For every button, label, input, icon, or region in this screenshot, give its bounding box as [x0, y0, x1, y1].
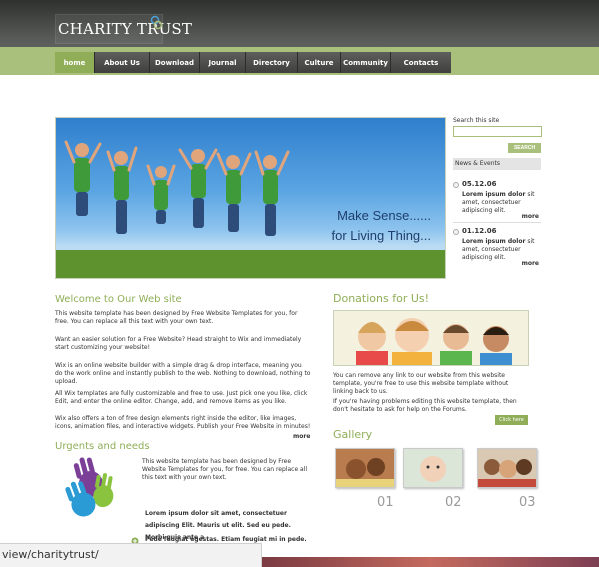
gallery-number: 02 [445, 495, 462, 510]
welcome-paragraph: This website template has been designed … [55, 310, 298, 325]
nav-community[interactable]: Community [341, 52, 391, 73]
news-text: Lorem ipsum dolor sit amet, consectetuer… [462, 191, 542, 215]
news-item: 01.12.06 Lorem ipsum dolor sit amet, con… [453, 227, 541, 273]
gallery-thumb-image [478, 449, 536, 487]
donations-paragraph: If you're having problems editing this w… [333, 398, 517, 413]
gallery-number: 01 [377, 495, 394, 510]
welcome-more-link[interactable]: more [293, 433, 310, 440]
search-button[interactable]: SEARCH [508, 143, 541, 153]
gallery-thumb[interactable] [477, 448, 537, 488]
gallery-thumb-image [336, 449, 394, 487]
painted-hands-image [65, 457, 114, 517]
hero-slogan-line1: Make Sense...... [337, 208, 431, 223]
news-date: 01.12.06 [462, 227, 497, 235]
click-here-button[interactable]: Click here [495, 415, 528, 425]
hero-banner: Make Sense...... for Living Thing... [55, 117, 446, 279]
bullet-icon [453, 229, 459, 235]
site-logo[interactable]: CHARITY TRUST [55, 14, 192, 44]
nav-journal[interactable]: Journal [200, 52, 246, 73]
donations-title: Donations for Us! [333, 292, 430, 305]
gallery-number: 03 [519, 495, 536, 510]
news-item: 05.12.06 Lorem ipsum dolor sit amet, con… [453, 180, 541, 226]
welcome-paragraph: Want an easier solution for a Free Websi… [55, 336, 302, 351]
search-label: Search this site [453, 117, 500, 124]
welcome-title: Welcome to Our Web site [55, 294, 182, 305]
news-date: 05.12.06 [462, 180, 497, 188]
welcome-paragraph: Wix is an online website builder with a … [55, 362, 311, 385]
news-text: Lorem ipsum dolor sit amet, consectetuer… [462, 238, 542, 262]
donations-paragraph: You can remove any link to our website f… [333, 372, 509, 395]
nav-about-us[interactable]: About Us [95, 52, 150, 73]
donations-children-image [333, 310, 529, 366]
urgents-title: Urgents and needs [55, 441, 150, 452]
logo-rings-icon [150, 15, 163, 30]
bullet-icon [453, 182, 459, 188]
hero-slogan-line2: for Living Thing... [331, 228, 431, 243]
hero-slogan: Make Sense...... for Living Thing... [332, 206, 431, 246]
nav-home[interactable]: home [55, 52, 95, 73]
main-nav: home About Us Download Journal Directory… [55, 52, 451, 73]
hero-children-illustration [56, 140, 445, 278]
page-bottom-strip [262, 557, 599, 567]
welcome-paragraph: Wix also offers a ton of free design ele… [55, 415, 311, 430]
news-text-bold: Lorem ipsum dolor [462, 191, 526, 198]
welcome-paragraph: All Wix templates are fully customizable… [55, 390, 308, 405]
gallery-title: Gallery [333, 428, 373, 441]
nav-contacts[interactable]: Contacts [391, 52, 451, 73]
news-more-link[interactable]: more [522, 213, 539, 220]
browser-status-bar: view/charitytrust/ [0, 543, 262, 567]
news-text-bold: Lorem ipsum dolor [462, 238, 526, 245]
urgents-paragraph: This website template has been designed … [142, 458, 308, 481]
search-input[interactable] [453, 126, 542, 137]
news-heading: News & Events [453, 158, 541, 170]
gallery-thumb[interactable] [335, 448, 395, 488]
gallery-thumb[interactable] [403, 448, 463, 488]
children-faces-illustration [334, 311, 528, 365]
logo-text: CHARITY TRUST [58, 20, 193, 38]
news-more-link[interactable]: more [522, 260, 539, 267]
gallery-thumb-image [404, 449, 462, 487]
nav-directory[interactable]: Directory [246, 52, 298, 73]
nav-download[interactable]: Download [150, 52, 200, 73]
divider [453, 222, 541, 223]
nav-culture[interactable]: Culture [298, 52, 341, 73]
